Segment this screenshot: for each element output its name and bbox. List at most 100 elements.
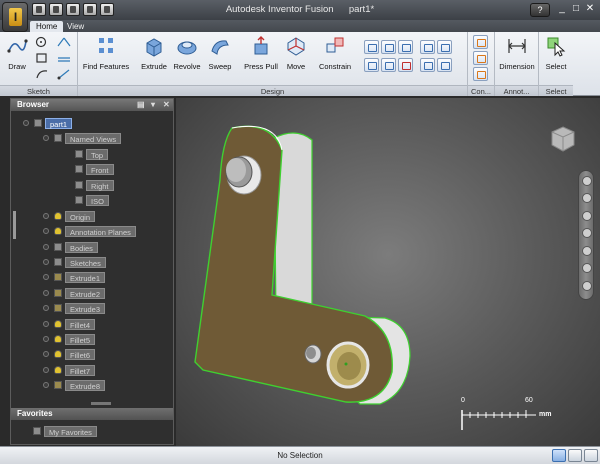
tree-item-bodies[interactable]: Bodies: [43, 241, 98, 253]
favorites-icon: [33, 427, 41, 435]
expand-icon[interactable]: [43, 274, 49, 280]
revolve-button[interactable]: Revolve: [170, 35, 204, 71]
maximize-button[interactable]: □: [570, 3, 582, 15]
expand-icon[interactable]: [43, 290, 49, 296]
design-panel: Find Features Extrude Revolve Sweep Pres…: [78, 32, 468, 96]
find-features-button[interactable]: Find Features: [82, 35, 130, 71]
constrain-button[interactable]: Constrain: [318, 35, 352, 71]
draw-button[interactable]: Draw: [4, 35, 30, 71]
tree-item-my-favorites[interactable]: My Favorites: [33, 425, 97, 437]
expand-icon[interactable]: [43, 351, 49, 357]
sweep-button[interactable]: Sweep: [204, 35, 236, 71]
expand-icon[interactable]: [23, 120, 29, 126]
part-model[interactable]: [176, 98, 600, 446]
expand-icon[interactable]: [43, 305, 49, 311]
work-plane-icon[interactable]: [473, 35, 488, 49]
work-axis-icon[interactable]: [473, 51, 488, 65]
browser-close-icon[interactable]: ✕: [163, 101, 171, 109]
tab-view[interactable]: View: [61, 21, 90, 32]
shell-tool-icon[interactable]: [364, 58, 379, 72]
close-button[interactable]: ✕: [584, 3, 596, 15]
application-menu-button[interactable]: I: [2, 2, 28, 32]
app-name: Autodesk Inventor Fusion: [225, 4, 334, 15]
chamfer-tool-icon[interactable]: [398, 40, 413, 54]
tree-label: Extrude1: [65, 271, 106, 283]
expand-icon[interactable]: [43, 336, 49, 342]
feature-icon: [54, 335, 62, 343]
select-mode-icon[interactable]: [552, 449, 566, 462]
tree-item-extrude1[interactable]: Extrude1: [43, 271, 106, 283]
tab-home[interactable]: Home: [30, 21, 64, 32]
help-button[interactable]: ?: [530, 3, 550, 17]
mirror-tool-icon[interactable]: [437, 40, 452, 54]
tree-item-origin[interactable]: Origin: [43, 210, 96, 222]
expand-icon[interactable]: [43, 244, 49, 250]
selection-filter-icon[interactable]: [568, 449, 582, 462]
expand-icon[interactable]: [43, 228, 49, 234]
pattern-tool-icon[interactable]: [420, 40, 435, 54]
steering-wheel-icon[interactable]: [582, 176, 592, 186]
viewcube-icon[interactable]: [548, 124, 578, 154]
split-tool-icon[interactable]: [420, 58, 435, 72]
offset-tool-icon[interactable]: [56, 52, 72, 64]
browser-scrollbar[interactable]: [13, 211, 16, 239]
tree-label: My Favorites: [44, 425, 97, 437]
orbit-icon[interactable]: [582, 228, 592, 238]
tree-item-front[interactable]: Front: [75, 163, 114, 175]
browser-splitter[interactable]: [91, 402, 111, 405]
tree-item-sketches[interactable]: Sketches: [43, 256, 106, 268]
scale-ruler: [461, 410, 536, 430]
work-point-icon[interactable]: [473, 67, 488, 81]
minimize-button[interactable]: _: [556, 3, 568, 15]
hole-tool-icon[interactable]: [364, 40, 379, 54]
circle-tool-icon[interactable]: [35, 36, 49, 48]
arc-tool-icon[interactable]: [35, 68, 49, 80]
combine-tool-icon[interactable]: [381, 58, 396, 72]
browser-menu-icon[interactable]: ▤: [137, 101, 145, 109]
tree-item-extrude2[interactable]: Extrude2: [43, 287, 106, 299]
look-at-icon[interactable]: [582, 246, 592, 256]
delete-face-icon[interactable]: [398, 58, 413, 72]
align-tool-icon[interactable]: [437, 58, 452, 72]
expand-icon[interactable]: [43, 135, 49, 141]
zoom-window-icon[interactable]: [582, 263, 592, 273]
zoom-icon[interactable]: [582, 211, 592, 221]
expand-icon[interactable]: [43, 259, 49, 265]
tree-item-extrude3[interactable]: Extrude3: [43, 302, 106, 314]
find-features-icon: [99, 38, 113, 53]
dimension-button[interactable]: Dimension: [497, 35, 537, 71]
tree-item-named-views[interactable]: Named Views: [43, 132, 122, 144]
constrain-icon: [326, 37, 344, 53]
view-icon: [75, 165, 83, 173]
project-tool-icon[interactable]: [56, 68, 72, 80]
move-button[interactable]: Move: [282, 35, 310, 71]
tree-item-fillet6[interactable]: Fillet6: [43, 348, 96, 360]
pan-icon[interactable]: [582, 193, 592, 203]
extrude-button[interactable]: Extrude: [138, 35, 170, 71]
select-button[interactable]: Select: [541, 35, 571, 71]
tree-item-fillet5[interactable]: Fillet5: [43, 333, 96, 345]
pin-icon[interactable]: ▾: [151, 101, 159, 109]
expand-icon[interactable]: [43, 213, 49, 219]
tree-item-top[interactable]: Top: [75, 148, 109, 160]
folder-icon: [54, 243, 62, 251]
tree-item-iso[interactable]: ISO: [75, 194, 109, 206]
tree-item-annotation-planes[interactable]: Annotation Planes: [43, 225, 136, 237]
tree-item-right[interactable]: Right: [75, 179, 114, 191]
fillet-tool-icon[interactable]: [381, 40, 396, 54]
expand-icon[interactable]: [43, 321, 49, 327]
view-icon: [75, 181, 83, 189]
press-pull-button[interactable]: Press Pull: [244, 35, 278, 71]
tree-item-fillet4[interactable]: Fillet4: [43, 318, 96, 330]
feature-icon: [54, 289, 62, 297]
trim-tool-icon[interactable]: [56, 36, 72, 48]
expand-icon[interactable]: [43, 382, 49, 388]
select-cursor-icon: [547, 37, 566, 57]
tree-item-part1[interactable]: part1: [23, 117, 73, 129]
expand-icon[interactable]: [43, 367, 49, 373]
tree-item-extrude8[interactable]: Extrude8: [43, 379, 106, 391]
selection-priority-icon[interactable]: [584, 449, 598, 462]
tree-item-fillet7[interactable]: Fillet7: [43, 364, 96, 376]
rectangle-tool-icon[interactable]: [35, 52, 49, 64]
full-navigation-wheel-icon[interactable]: [582, 281, 592, 291]
